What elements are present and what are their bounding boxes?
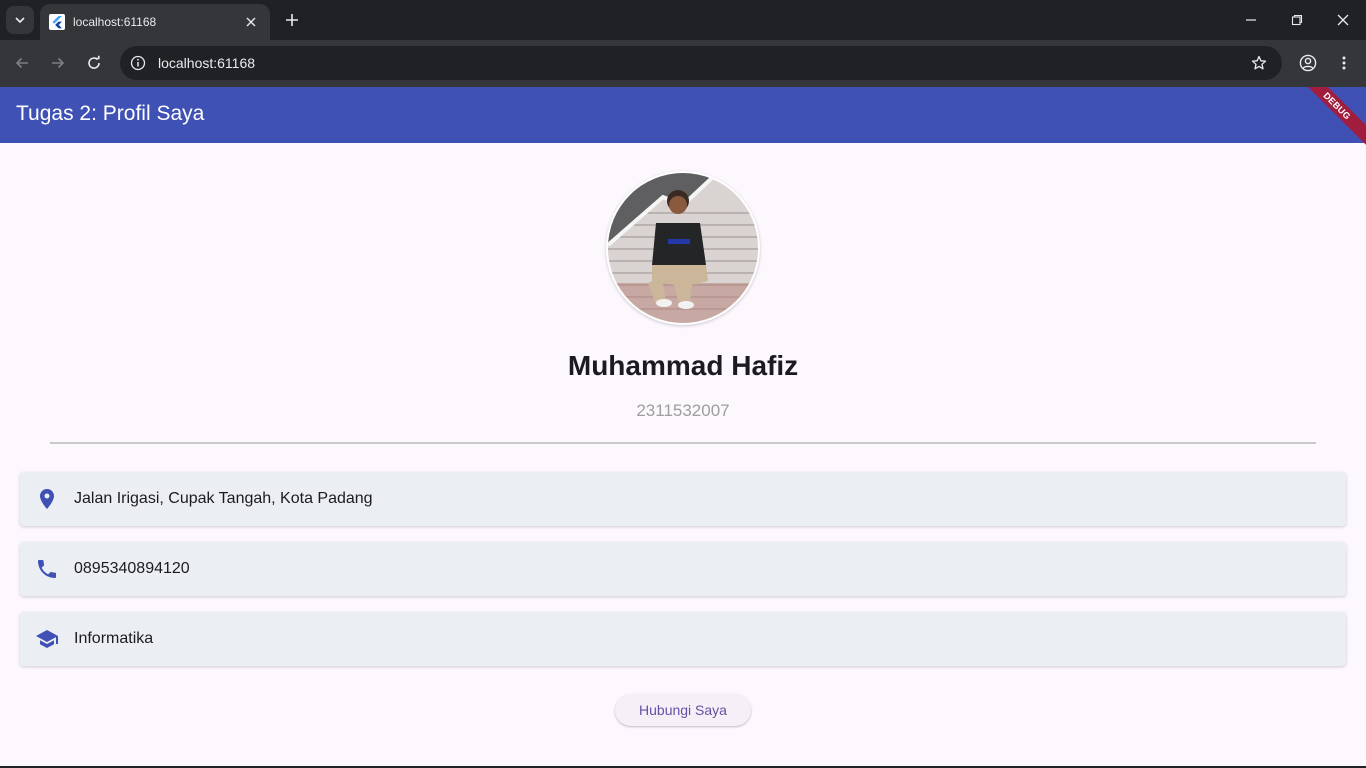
back-button[interactable] bbox=[10, 51, 34, 75]
forward-button[interactable] bbox=[46, 51, 70, 75]
browser-menu-button[interactable] bbox=[1332, 51, 1356, 75]
phone-text: 0895340894120 bbox=[74, 560, 190, 577]
profile-avatar bbox=[606, 171, 760, 325]
school-icon bbox=[35, 627, 59, 651]
chevron-down-icon bbox=[15, 17, 25, 24]
phone-icon bbox=[35, 557, 59, 581]
minimize-icon bbox=[1246, 19, 1256, 21]
profile-nim: 2311532007 bbox=[636, 401, 730, 420]
tab-title: localhost:61168 bbox=[73, 15, 157, 29]
arrow-left-icon bbox=[15, 57, 28, 69]
info-card-major: Informatika bbox=[20, 612, 1346, 666]
account-circle-icon bbox=[1299, 54, 1317, 72]
restore-button[interactable] bbox=[1285, 8, 1309, 32]
info-card-address: Jalan Irigasi, Cupak Tangah, Kota Padang bbox=[20, 472, 1346, 526]
contact-me-button[interactable]: Hubungi Saya bbox=[615, 694, 751, 726]
divider bbox=[50, 442, 1316, 444]
reload-button[interactable] bbox=[82, 51, 106, 75]
address-bar[interactable]: localhost:61168 bbox=[120, 46, 1282, 80]
close-icon bbox=[1337, 14, 1349, 26]
flutter-favicon-icon bbox=[49, 14, 65, 30]
location-pin-icon bbox=[35, 487, 59, 511]
reload-icon bbox=[88, 55, 100, 69]
arrow-right-icon bbox=[52, 57, 65, 69]
new-tab-button[interactable] bbox=[282, 10, 302, 30]
minimize-button[interactable] bbox=[1239, 8, 1263, 32]
bookmark-star-icon[interactable] bbox=[1248, 52, 1270, 74]
app-viewport: Tugas 2: Profil Saya DEBUG Muhammad Hafi… bbox=[0, 87, 1366, 766]
site-info-icon[interactable] bbox=[128, 53, 148, 73]
major-text: Informatika bbox=[74, 630, 154, 647]
profile-button[interactable] bbox=[1296, 51, 1320, 75]
browser-tab[interactable]: localhost:61168 bbox=[40, 4, 270, 40]
app-bar: Tugas 2: Profil Saya bbox=[0, 87, 1366, 143]
profile-photo bbox=[608, 173, 758, 323]
browser-toolbar: localhost:61168 bbox=[0, 40, 1366, 87]
profile-name: Muhammad Hafiz bbox=[567, 350, 799, 381]
close-window-button[interactable] bbox=[1331, 8, 1355, 32]
info-card-phone: 0895340894120 bbox=[20, 542, 1346, 596]
url-text: localhost:61168 bbox=[158, 55, 256, 71]
browser-tabstrip: localhost:61168 bbox=[0, 0, 1366, 40]
more-vert-icon bbox=[1342, 56, 1346, 70]
address-text: Jalan Irigasi, Cupak Tangah, Kota Padang bbox=[74, 490, 373, 507]
tab-search-button[interactable] bbox=[6, 6, 34, 34]
restore-icon bbox=[1291, 14, 1303, 26]
page-title: Tugas 2: Profil Saya bbox=[16, 102, 205, 125]
tab-close-icon[interactable] bbox=[242, 13, 260, 31]
plus-icon bbox=[286, 14, 298, 26]
